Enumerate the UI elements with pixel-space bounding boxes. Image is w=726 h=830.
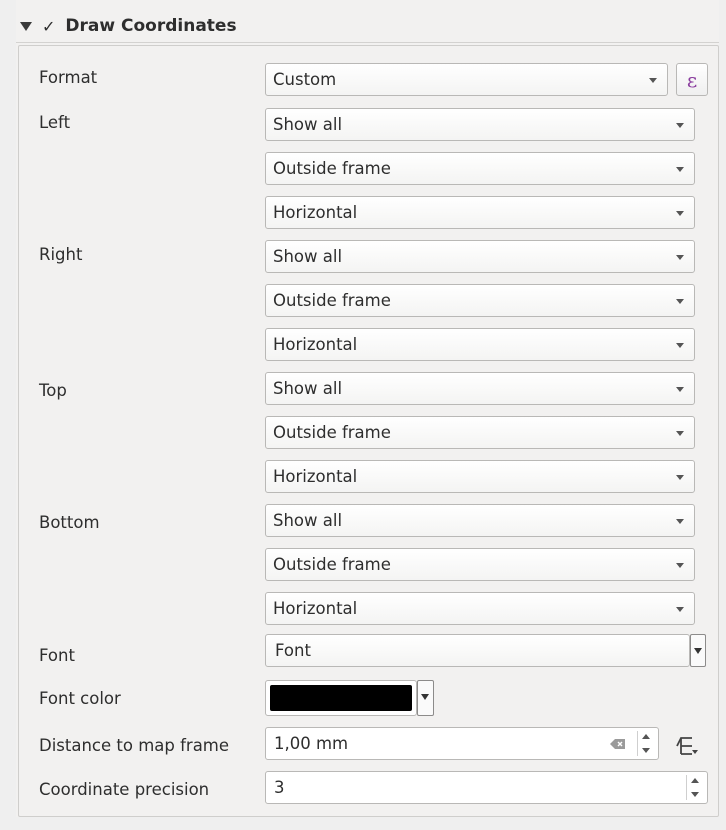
group-title: Draw Coordinates (65, 16, 237, 36)
left-position-value: Outside frame (273, 159, 391, 178)
bottom-display-value: Show all (273, 511, 343, 530)
label-top: Top (39, 381, 67, 400)
label-left: Left (39, 113, 71, 132)
chevron-down-icon (676, 607, 684, 612)
clear-icon[interactable] (610, 739, 626, 749)
chevron-down-icon (676, 475, 684, 480)
step-down-icon[interactable] (691, 792, 699, 797)
right-direction-combo[interactable]: Horizontal (265, 328, 695, 361)
chevron-down-icon (676, 387, 684, 392)
chevron-down-icon (694, 648, 702, 654)
color-swatch (270, 685, 412, 711)
chevron-down-icon (676, 343, 684, 348)
distance-value: 1,00 mm (274, 734, 349, 753)
precision-stepper[interactable] (686, 775, 703, 800)
chevron-down-icon (676, 123, 684, 128)
label-bottom: Bottom (39, 513, 100, 532)
chevron-down-icon (676, 431, 684, 436)
font-color-menu-button[interactable] (417, 680, 434, 716)
bottom-position-value: Outside frame (273, 555, 391, 574)
collapse-arrow-icon[interactable] (20, 21, 32, 31)
step-up-icon[interactable] (691, 778, 699, 783)
font-color-button[interactable] (265, 680, 417, 716)
expression-icon: ε (686, 67, 698, 92)
right-display-combo[interactable]: Show all (265, 240, 695, 273)
distance-stepper[interactable] (637, 731, 654, 756)
top-direction-value: Horizontal (273, 467, 358, 486)
font-menu-button[interactable] (690, 634, 706, 667)
group-header[interactable]: ✓ Draw Coordinates (16, 10, 719, 42)
label-distance: Distance to map frame (39, 736, 230, 755)
top-position-combo[interactable]: Outside frame (265, 416, 695, 449)
top-direction-combo[interactable]: Horizontal (265, 460, 695, 493)
chevron-down-icon (649, 78, 657, 83)
chevron-down-icon (676, 299, 684, 304)
left-direction-combo[interactable]: Horizontal (265, 196, 695, 229)
top-position-value: Outside frame (273, 423, 391, 442)
label-font: Font (39, 646, 75, 665)
label-right: Right (39, 245, 83, 264)
chevron-down-icon (676, 211, 684, 216)
font-button-label: Font (275, 641, 311, 660)
distance-spinbox[interactable]: 1,00 mm (265, 727, 659, 760)
chevron-down-icon (676, 255, 684, 260)
left-display-value: Show all (273, 115, 343, 134)
step-down-icon[interactable] (642, 748, 650, 753)
top-display-combo[interactable]: Show all (265, 372, 695, 405)
right-display-value: Show all (273, 247, 343, 266)
right-position-combo[interactable]: Outside frame (265, 284, 695, 317)
chevron-down-icon (676, 563, 684, 568)
precision-value: 3 (274, 778, 285, 797)
font-button[interactable]: Font (265, 634, 690, 667)
data-defined-override-icon[interactable] (672, 733, 702, 759)
top-display-value: Show all (273, 379, 343, 398)
divider (16, 42, 719, 43)
chevron-down-icon (676, 519, 684, 524)
chevron-down-icon (421, 694, 429, 700)
left-display-combo[interactable]: Show all (265, 108, 695, 141)
draw-coordinates-group: ✓ Draw Coordinates Format Left Right Top… (16, 0, 719, 817)
left-position-combo[interactable]: Outside frame (265, 152, 695, 185)
right-position-value: Outside frame (273, 291, 391, 310)
bottom-position-combo[interactable]: Outside frame (265, 548, 695, 581)
format-value: Custom (273, 70, 337, 89)
format-combo[interactable]: Custom (265, 63, 668, 96)
chevron-down-icon (676, 167, 684, 172)
right-direction-value: Horizontal (273, 335, 358, 354)
label-font-color: Font color (39, 689, 121, 708)
precision-spinbox[interactable]: 3 (265, 771, 708, 804)
bottom-direction-value: Horizontal (273, 599, 358, 618)
left-direction-value: Horizontal (273, 203, 358, 222)
label-precision: Coordinate precision (39, 780, 210, 799)
step-up-icon[interactable] (642, 734, 650, 739)
bottom-direction-combo[interactable]: Horizontal (265, 592, 695, 625)
bottom-display-combo[interactable]: Show all (265, 504, 695, 537)
label-format: Format (39, 68, 98, 87)
checkbox-icon[interactable]: ✓ (42, 17, 55, 36)
expression-button[interactable]: ε (676, 63, 708, 96)
